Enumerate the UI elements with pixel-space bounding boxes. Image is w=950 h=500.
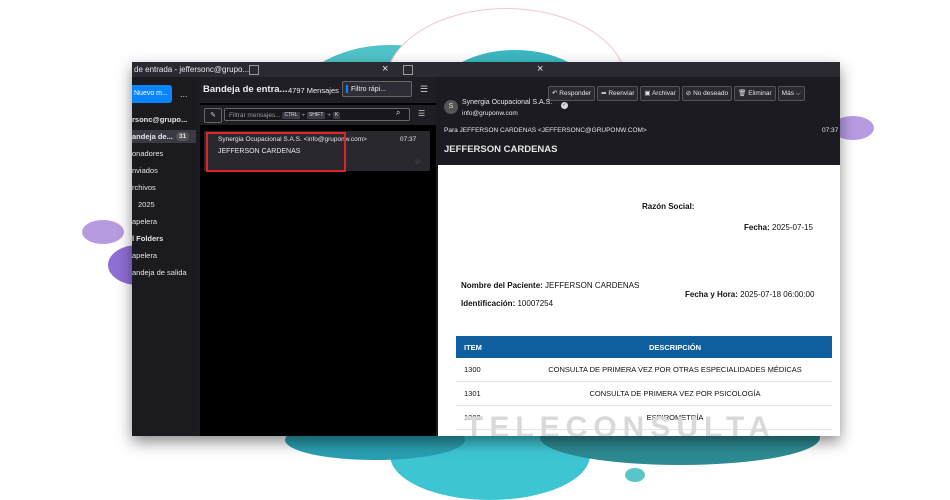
- filter-options-icon[interactable]: ☰: [418, 109, 425, 118]
- appointment-datetime: Fecha y Hora: 2025-07-18 06:00:00: [685, 290, 815, 299]
- highlight-annotation-box: [206, 132, 346, 172]
- pin-icon[interactable]: ✎: [204, 108, 222, 123]
- filter-messages-input[interactable]: Filtrar mensajes... CTRL + SHIFT + K: [224, 108, 410, 121]
- recipient[interactable]: JEFFERSON CARDENAS <JEFFERSONC@GRUPONW.C…: [460, 127, 647, 134]
- column-header: ITEM: [456, 336, 518, 358]
- folder-archives[interactable]: rchivos: [132, 183, 156, 192]
- filter-bar: ✎ Filtrar mensajes... CTRL + SHIFT + K ⌕…: [200, 105, 436, 125]
- fecha: Fecha: 2025-07-15: [744, 223, 813, 232]
- background-blob: [82, 220, 124, 244]
- reply-button[interactable]: ↶ Responder: [548, 86, 596, 101]
- trash-icon: 🗑: [738, 90, 749, 97]
- item-description: CONSULTA DE PRIMERA VEZ POR OTRAS ESPECI…: [518, 358, 832, 382]
- folder-sidebar: Nuevo m... ... rsonc@grupo... andeja de.…: [132, 77, 196, 436]
- patient-id: Identificación: 10007254: [461, 299, 554, 308]
- watermark-text: TELECONSULTA: [465, 411, 776, 436]
- filter-icon: [346, 85, 348, 94]
- folder-2025[interactable]: 2025: [138, 200, 155, 209]
- folder-title: Bandeja de entra...: [203, 84, 288, 95]
- folder-inbox[interactable]: andeja de... 31: [132, 130, 196, 143]
- folder-outbox[interactable]: andeja de salida: [132, 268, 187, 277]
- folder-sent[interactable]: nviados: [132, 166, 158, 175]
- message-list-header: Bandeja de entra... 4797 Mensajes Filtro…: [200, 77, 436, 103]
- item-code: 1300: [456, 358, 518, 382]
- razon-social-label: Razón Social:: [642, 202, 695, 211]
- recipient-line: Para JEFFERSON CARDENAS <JEFFERSONC@GRUP…: [444, 127, 647, 134]
- folder-local-trash[interactable]: apelera: [132, 251, 157, 260]
- sender-name[interactable]: Synergia Ocupacional S.A.S.: [462, 99, 552, 106]
- search-icon[interactable]: ⌕: [396, 108, 400, 118]
- folder-trash[interactable]: apelera: [132, 217, 157, 226]
- table-header-row: ITEM DESCRIPCIÓN: [456, 336, 832, 358]
- message-body: Razón Social: Fecha: 2025-07-15 Nombre d…: [438, 165, 840, 436]
- message-toolbar: ↶ Responder ➦ Reenviar ▣ Archivar ⊘ No dese…: [548, 82, 807, 101]
- more-button[interactable]: Más ⌵: [777, 86, 805, 101]
- close-tab-icon[interactable]: ×: [537, 63, 543, 75]
- background-blob: [625, 468, 645, 482]
- kbd-shift: SHIFT: [306, 111, 326, 119]
- tab-icon[interactable]: [403, 65, 413, 75]
- sender-email[interactable]: info@gruponw.com: [462, 110, 518, 117]
- item-description: CONSULTA DE PRIMERA VEZ POR PSICOLOGÍA: [518, 381, 832, 406]
- archive-icon: ▣: [644, 90, 652, 97]
- message-list-pane: Bandeja de entra... 4797 Mensajes Filtro…: [200, 77, 436, 436]
- message-reader-pane: ↶ Responder ➦ Reenviar ▣ Archivar ⊘ No dese…: [438, 77, 840, 436]
- column-header: DESCRIPCIÓN: [518, 336, 832, 358]
- patient-name: Nombre del Paciente: JEFFERSON CARDENAS: [461, 281, 640, 290]
- message-count: 4797 Mensajes: [288, 86, 339, 95]
- unread-badge: 31: [176, 132, 190, 141]
- list-options-icon[interactable]: ☰: [420, 84, 428, 95]
- account-name[interactable]: rsonc@grupo...: [132, 115, 187, 124]
- junk-button[interactable]: ⊘ No deseado: [681, 86, 733, 101]
- kbd-ctrl: CTRL: [282, 111, 300, 119]
- message-time: 07:37: [400, 136, 417, 143]
- received-time: 07:37: [822, 127, 839, 134]
- folder-label: andeja de...: [132, 132, 173, 141]
- sender-avatar: S: [444, 100, 458, 114]
- delete-button[interactable]: 🗑 Eliminar: [734, 86, 776, 101]
- message-subject-heading: JEFFERSON CARDENAS: [444, 144, 558, 155]
- archive-button[interactable]: ▣ Archivar: [640, 86, 680, 101]
- new-message-button[interactable]: Nuevo m...: [132, 85, 172, 103]
- chevron-down-icon: ⌵: [793, 90, 801, 97]
- star-icon[interactable]: ☆: [414, 157, 421, 166]
- title-bar: de entrada - jeffersonc@grupo... × ×: [132, 62, 840, 77]
- more-options-icon[interactable]: ...: [180, 89, 188, 99]
- to-label: Para: [444, 127, 458, 134]
- table-row: 1301 CONSULTA DE PRIMERA VEZ POR PSICOLO…: [456, 381, 832, 406]
- item-code: 1301: [456, 381, 518, 406]
- table-row: 1300 CONSULTA DE PRIMERA VEZ POR OTRAS E…: [456, 358, 832, 382]
- tab-icon[interactable]: [249, 65, 259, 75]
- local-folders[interactable]: l Folders: [132, 234, 163, 243]
- verified-icon: ✓: [561, 102, 568, 109]
- kbd-k: K: [332, 111, 341, 119]
- junk-icon: ⊘: [685, 90, 694, 97]
- quick-filter-button[interactable]: Filtro rápi...: [342, 81, 412, 97]
- forward-button[interactable]: ➦ Reenviar: [597, 86, 639, 101]
- close-tab-icon[interactable]: ×: [382, 63, 388, 75]
- folder-drafts[interactable]: onadores: [132, 149, 163, 158]
- tab-title[interactable]: de entrada - jeffersonc@grupo...: [134, 65, 249, 74]
- email-client-window: de entrada - jeffersonc@grupo... × × Nue…: [132, 62, 840, 436]
